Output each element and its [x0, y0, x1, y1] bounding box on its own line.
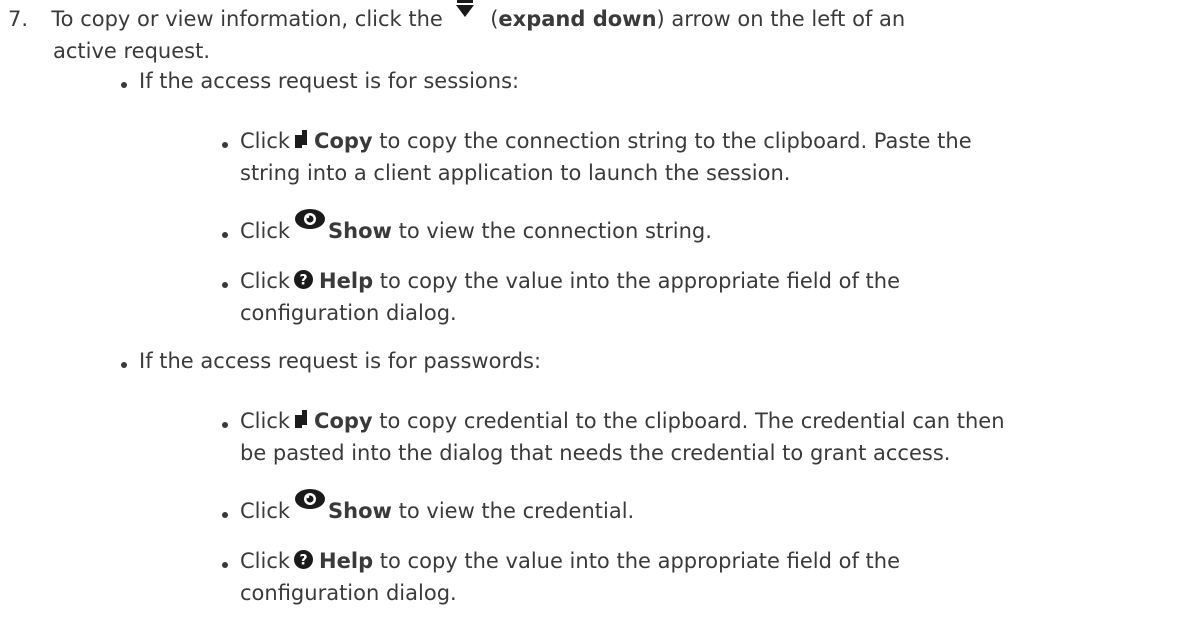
document-body: 7. To copy or view information, click th…	[0, 0, 1189, 628]
expand-label: expand down	[498, 7, 657, 31]
svg-text:?: ?	[299, 553, 307, 569]
bullet	[222, 282, 228, 288]
copy-label: Copy	[314, 129, 373, 153]
question-circle-icon: ?	[294, 270, 314, 289]
step-text: To copy or view information, click the	[51, 7, 443, 31]
passwords-help-line-1: Click ? Help to copy the value into the …	[240, 545, 900, 577]
copy-description-line2: be pasted into the dialog that needs the…	[240, 441, 951, 465]
click-text: Click	[240, 129, 291, 153]
eye-icon	[295, 489, 326, 509]
copy-description: to copy credential to the clipboard. The…	[379, 409, 1005, 433]
copy-icon	[295, 130, 308, 148]
sessions-show-line: Click Show to view the connection string…	[240, 209, 712, 247]
sessions-copy-line-1: Click Copy to copy the connection string…	[240, 125, 972, 157]
passwords-copy-line-2: be pasted into the dialog that needs the…	[240, 437, 950, 469]
passwords-help-line-2: configuration dialog.	[240, 577, 457, 609]
step-line-1: 7. To copy or view information, click th…	[8, 0, 906, 35]
eye-icon	[295, 209, 326, 229]
bullet	[222, 512, 228, 518]
bullet	[222, 232, 228, 238]
help-label: Help	[319, 549, 374, 573]
click-text: Click	[240, 409, 291, 433]
sessions-heading-text: If the access request is for sessions:	[139, 69, 520, 93]
passwords-copy-line-1: Click Copy to copy credential to the cli…	[240, 405, 1005, 437]
step-text-line2: active request.	[53, 39, 211, 63]
help-description-line2: configuration dialog.	[240, 581, 457, 605]
show-description: to view the connection string.	[398, 219, 712, 243]
step-line-2: active request.	[53, 35, 210, 67]
passwords-heading: If the access request is for passwords:	[139, 345, 541, 377]
show-label: Show	[328, 499, 392, 523]
question-circle-icon: ?	[294, 550, 314, 569]
caret-down-icon	[455, 0, 474, 17]
bullet	[222, 422, 228, 428]
bullet	[121, 362, 127, 368]
copy-icon	[295, 410, 308, 428]
click-text: Click	[240, 269, 291, 293]
svg-text:?: ?	[299, 273, 307, 289]
copy-description: to copy the connection string to the cli…	[379, 129, 972, 153]
help-description: to copy the value into the appropriate f…	[379, 549, 901, 573]
sessions-copy-line-2: string into a client application to laun…	[240, 157, 790, 189]
passwords-heading-text: If the access request is for passwords:	[139, 349, 542, 373]
click-text: Click	[240, 219, 291, 243]
sessions-help-line-2: configuration dialog.	[240, 297, 457, 329]
step-text-after: ) arrow on the left of an	[656, 7, 906, 31]
help-description-line2: configuration dialog.	[240, 301, 457, 325]
step-number: 7.	[8, 7, 29, 31]
bullet	[222, 562, 228, 568]
help-label: Help	[319, 269, 374, 293]
bullet	[222, 142, 228, 148]
show-label: Show	[328, 219, 392, 243]
help-description: to copy the value into the appropriate f…	[379, 269, 901, 293]
copy-description-line2: string into a client application to laun…	[240, 161, 791, 185]
copy-label: Copy	[314, 409, 373, 433]
click-text: Click	[240, 549, 291, 573]
passwords-show-line: Click Show to view the credential.	[240, 489, 635, 527]
bullet	[121, 82, 127, 88]
sessions-help-line-1: Click ? Help to copy the value into the …	[240, 265, 900, 297]
show-description: to view the credential.	[398, 499, 635, 523]
sessions-heading: If the access request is for sessions:	[139, 65, 519, 97]
click-text: Click	[240, 499, 291, 523]
